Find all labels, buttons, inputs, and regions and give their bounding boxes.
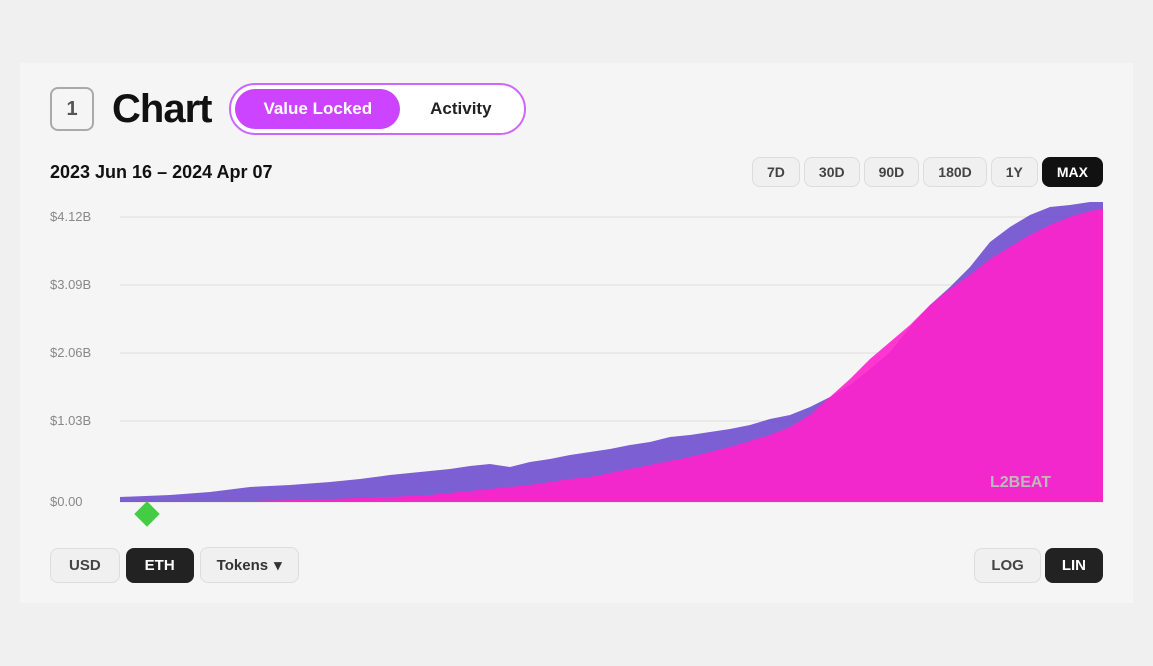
chart-number: 1: [50, 87, 94, 131]
tab-value-locked[interactable]: Value Locked: [235, 89, 400, 129]
currency-group: USD ETH Tokens ▾: [50, 547, 299, 583]
time-btn-7d[interactable]: 7D: [752, 157, 800, 187]
time-btn-180d[interactable]: 180D: [923, 157, 986, 187]
watermark: L2BEAT: [990, 474, 1051, 491]
tokens-label: Tokens: [217, 557, 268, 574]
currency-btn-usd[interactable]: USD: [50, 548, 120, 583]
tokens-dropdown[interactable]: Tokens ▾: [200, 547, 299, 583]
time-btn-30d[interactable]: 30D: [804, 157, 860, 187]
chevron-down-icon: ▾: [274, 556, 282, 574]
main-container: 1 Chart Value Locked Activity 2023 Jun 1…: [20, 63, 1133, 603]
time-btn-90d[interactable]: 90D: [864, 157, 920, 187]
controls-row: 2023 Jun 16 – 2024 Apr 07 7D 30D 90D 180…: [50, 157, 1103, 187]
y-label-1b: $1.03B: [50, 413, 91, 428]
header-row: 1 Chart Value Locked Activity: [50, 83, 1103, 135]
y-label-0: $0.00: [50, 494, 83, 509]
tab-activity[interactable]: Activity: [402, 89, 519, 129]
date-range: 2023 Jun 16 – 2024 Apr 07: [50, 162, 272, 183]
chart-area: $4.12B $3.09B $2.06B $1.03B $0.00 L2BEAT: [50, 197, 1103, 537]
scale-group: LOG LIN: [974, 548, 1103, 583]
time-btn-1y[interactable]: 1Y: [991, 157, 1038, 187]
chart-type-toggle: Value Locked Activity: [229, 83, 525, 135]
y-label-2b: $2.06B: [50, 345, 91, 360]
bottom-controls: USD ETH Tokens ▾ LOG LIN: [50, 547, 1103, 583]
page-title: Chart: [112, 87, 211, 132]
scale-btn-lin[interactable]: LIN: [1045, 548, 1103, 583]
currency-btn-eth[interactable]: ETH: [126, 548, 194, 583]
scale-btn-log[interactable]: LOG: [974, 548, 1041, 583]
chart-svg: $4.12B $3.09B $2.06B $1.03B $0.00 L2BEAT: [50, 197, 1103, 537]
time-buttons-group: 7D 30D 90D 180D 1Y MAX: [752, 157, 1103, 187]
y-label-4b: $4.12B: [50, 209, 91, 224]
time-btn-max[interactable]: MAX: [1042, 157, 1103, 187]
y-label-3b: $3.09B: [50, 277, 91, 292]
